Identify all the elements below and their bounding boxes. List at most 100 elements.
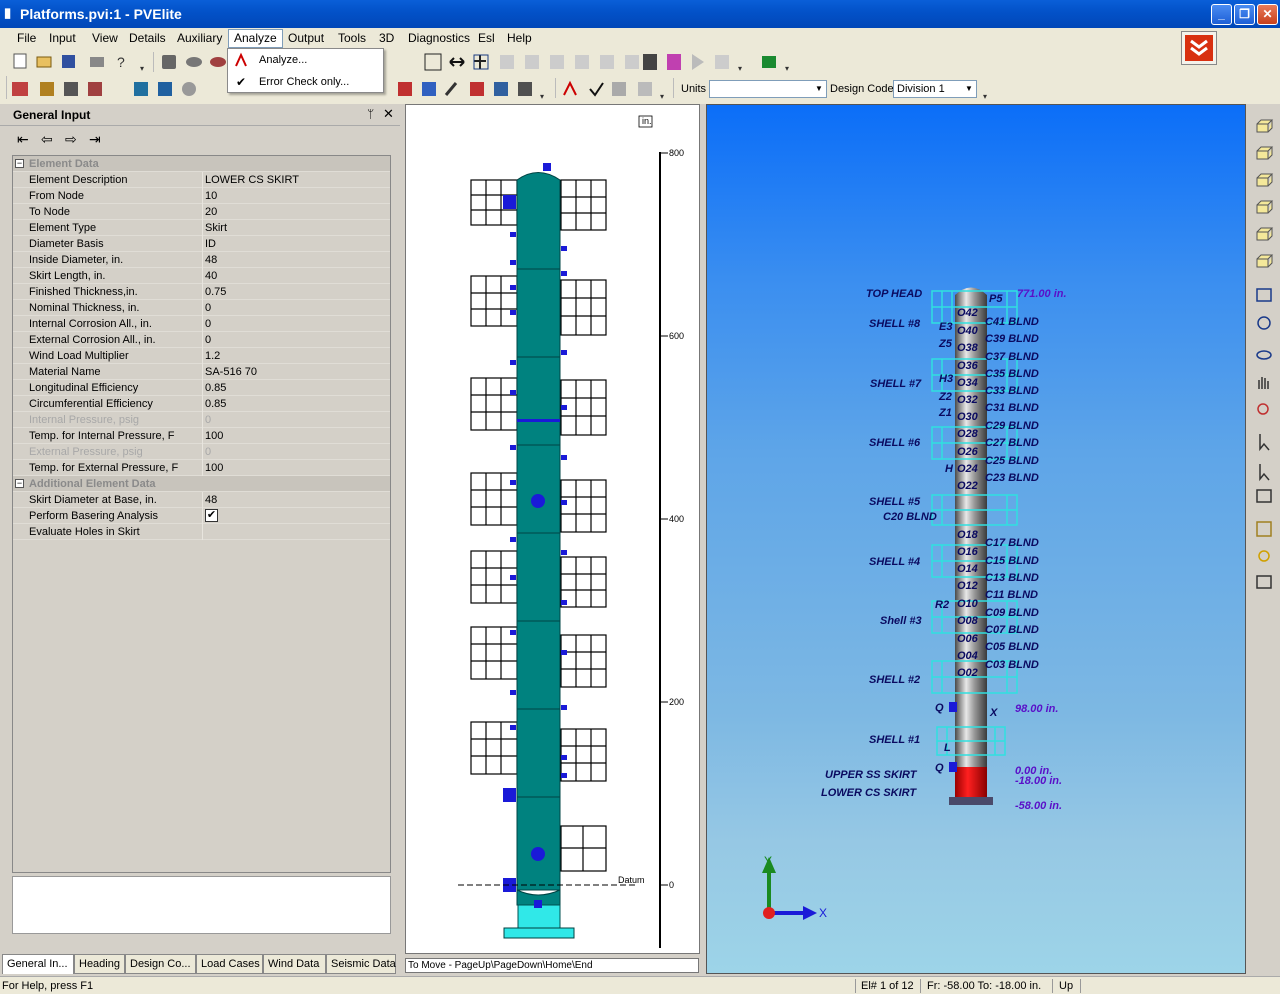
menu-help[interactable]: Help [507, 31, 532, 45]
menu-input[interactable]: Input [49, 31, 76, 45]
menu-output[interactable]: Output [288, 31, 324, 45]
last-element-icon[interactable]: ⇥ [89, 131, 101, 148]
property-row[interactable]: Element Description LOWER CS SKIRT [13, 172, 390, 188]
pin-icon[interactable]: ᛘ [367, 107, 374, 121]
nozzle-label: O16 [957, 546, 978, 558]
nozzle-label: C31 BLND [985, 402, 1039, 414]
label-upper-ss-skirt: UPPER SS SKIRT [825, 769, 917, 781]
nozzle-label: C35 BLND [985, 368, 1039, 380]
label-lower-cs-skirt: LOWER CS SKIRT [821, 787, 917, 799]
nozzle-label: Q [935, 702, 944, 714]
property-row[interactable]: Material Name SA-516 70 [13, 364, 390, 380]
render-icon [1256, 489, 1272, 503]
tab-general-input[interactable]: General In... [2, 954, 74, 974]
tab-seismic-data[interactable]: Seismic Data [326, 954, 396, 974]
basering-checkbox[interactable]: ✔ [205, 509, 218, 522]
property-row[interactable]: Evaluate Holes in Skirt [13, 524, 390, 540]
nozzle-label: O42 [957, 307, 978, 319]
property-row[interactable]: Internal Corrosion All., in. 0 [13, 316, 390, 332]
property-row[interactable]: Element Type Skirt [13, 220, 390, 236]
property-row[interactable]: External Corrosion All., in. 0 [13, 332, 390, 348]
scale-0: 0 [669, 880, 674, 890]
property-row[interactable]: From Node 10 [13, 188, 390, 204]
nozzle-label: Z2 [939, 391, 952, 403]
property-row: External Pressure, psig 0 [13, 444, 390, 460]
toolbar-icons: ? ▾ ▾ ▾ ▾ ▾ ▾ [6, 52, 987, 101]
menu-file[interactable]: File [17, 31, 36, 45]
property-row[interactable]: Perform Basering Analysis ✔ [13, 508, 390, 524]
previous-element-icon[interactable]: ⇦ [41, 131, 53, 148]
menu-details[interactable]: Details [129, 31, 166, 45]
property-grid: − Element Data Element Description LOWER C… [12, 155, 391, 873]
menu-view[interactable]: View [92, 31, 118, 45]
property-row[interactable]: Temp. for Internal Pressure, F 100 [13, 428, 390, 444]
svg-text:▾: ▾ [983, 92, 987, 101]
nozzle-label: O04 [957, 650, 978, 662]
status-help: For Help, press F1 [2, 980, 94, 992]
property-row[interactable]: To Node 20 [13, 204, 390, 220]
elevation-minus-18: -18.00 in. [1015, 775, 1063, 787]
collapse-icon[interactable]: − [15, 159, 24, 168]
section-element-data[interactable]: − Element Data [13, 156, 390, 172]
nozzle-label: C27 BLND [985, 437, 1039, 449]
property-row[interactable]: Nominal Thickness, in. 0 [13, 300, 390, 316]
platform-right-8 [560, 179, 607, 231]
left-view-icon [1256, 200, 1274, 214]
collapse-icon[interactable]: − [15, 479, 24, 488]
close-panel-icon[interactable]: ✕ [383, 106, 394, 122]
3d-view[interactable]: Y X TOP HEAD SHELL #8 SHELL #7 SHELL #6 … [706, 104, 1246, 974]
zoom-in-icon [1257, 403, 1269, 415]
nozzle-label: O36 [957, 360, 978, 372]
nozzle-label: Z1 [939, 407, 952, 419]
menu-analyze[interactable]: Analyze [228, 29, 283, 48]
nozzle-label: C09 BLND [985, 607, 1039, 619]
property-row[interactable]: Wind Load Multiplier 1.2 [13, 348, 390, 364]
maximize-button[interactable]: ❐ [1234, 4, 1255, 25]
elevation-view[interactable]: in. 800 600 400 200 0 Datum [405, 104, 700, 954]
label-c20-blnd: C20 BLND [883, 511, 937, 523]
menu-diagnostics[interactable]: Diagnostics [408, 31, 470, 45]
tab-load-cases[interactable]: Load Cases [196, 954, 263, 974]
nozzle-label: X [990, 707, 998, 719]
tab-heading[interactable]: Heading [74, 954, 125, 974]
nozzle-label: O30 [957, 411, 978, 423]
tab-wind-data[interactable]: Wind Data [263, 954, 326, 974]
section-additional-element-data[interactable]: − Additional Element Data [13, 476, 390, 492]
property-row[interactable]: Skirt Diameter at Base, in. 48 [13, 492, 390, 508]
close-button[interactable]: ✕ [1257, 4, 1278, 25]
nozzle-label: C15 BLND [985, 555, 1039, 567]
axis-x-label: X [819, 906, 827, 920]
svg-text:?: ? [117, 54, 125, 70]
app-icon: ▮ [4, 5, 12, 20]
property-row[interactable]: Inside Diameter, in. 48 [13, 252, 390, 268]
axis-y-label: Y [764, 854, 772, 868]
design-code-select[interactable]: Division 1 ▼ [893, 80, 977, 98]
first-element-icon[interactable]: ⇤ [17, 131, 29, 148]
menu-tools[interactable]: Tools [338, 31, 366, 45]
nozzle-label: R2 [935, 599, 950, 611]
nozzle-label: O12 [957, 580, 978, 592]
check-icon: ✔ [236, 75, 247, 89]
property-row[interactable]: Diameter Basis ID [13, 236, 390, 252]
property-row[interactable]: Temp. for External Pressure, F 100 [13, 460, 390, 476]
menu-item-analyze[interactable]: Analyze... [228, 50, 383, 70]
nozzle-label: C07 BLND [985, 624, 1039, 636]
property-row[interactable]: Circumferential Efficiency 0.85 [13, 396, 390, 412]
svg-text:▾: ▾ [540, 92, 544, 101]
minimize-button[interactable]: _ [1211, 4, 1232, 25]
elevation-minus-58: -58.00 in. [1015, 800, 1063, 812]
next-element-icon[interactable]: ⇨ [65, 131, 77, 148]
menu-auxiliary[interactable]: Auxiliary [177, 31, 222, 45]
nozzle-label: C11 BLND [985, 589, 1038, 601]
property-row[interactable]: Finished Thickness,in. 0.75 [13, 284, 390, 300]
element-nav: ⇤ ⇦ ⇨ ⇥ [13, 131, 113, 151]
property-row[interactable]: Longitudinal Efficiency 0.85 [13, 380, 390, 396]
menu-esl[interactable]: Esl [478, 31, 495, 45]
label-shell-3: Shell #3 [880, 615, 922, 627]
tab-design-constraints[interactable]: Design Co... [125, 954, 196, 974]
units-select[interactable]: ▼ [709, 80, 827, 98]
property-row[interactable]: Skirt Length, in. 40 [13, 268, 390, 284]
menu-item-error-check[interactable]: ✔ Error Check only... [228, 72, 383, 92]
menu-3d[interactable]: 3D [379, 31, 394, 45]
unit-label: in. [642, 116, 652, 126]
